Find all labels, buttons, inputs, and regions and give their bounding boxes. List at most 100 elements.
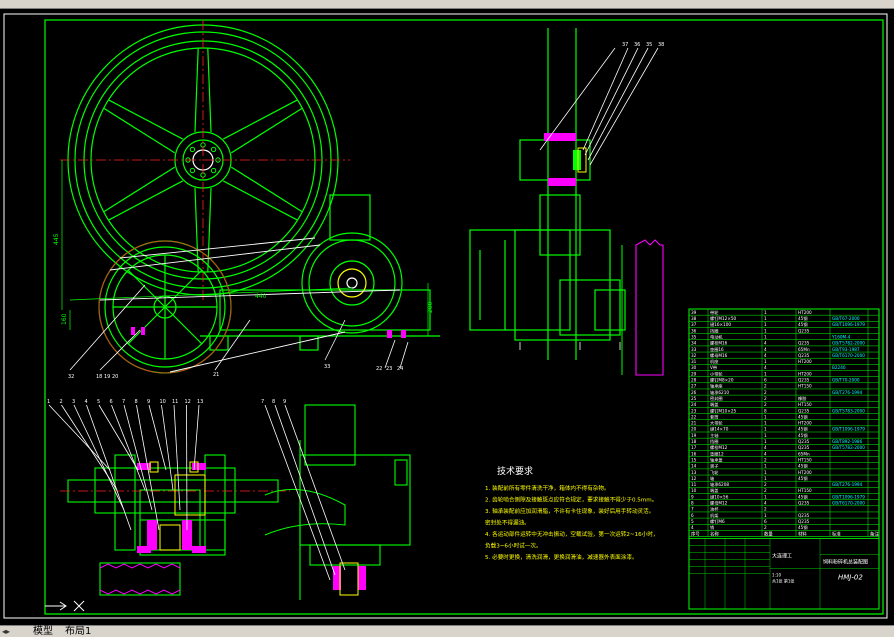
section-balloon: 12 bbox=[185, 399, 191, 405]
bom-cell: GB/T5783-2000 bbox=[832, 408, 865, 413]
section-leader bbox=[123, 404, 153, 511]
side-view bbox=[469, 28, 626, 360]
bom-row: 21 大带轮 1 HT200 bbox=[691, 420, 812, 427]
tech-line: 5. 必要时更换，清洗润滑，更换润滑油，减速器外表面涂漆。 bbox=[485, 553, 638, 561]
bom-cell: 39 bbox=[691, 310, 697, 315]
bom-cell: 端盖 bbox=[710, 401, 718, 408]
section-balloon: 3 bbox=[72, 399, 75, 405]
flywheel-spoke bbox=[222, 99, 298, 140]
balloon-37: 37 bbox=[622, 42, 628, 48]
bom-cell: 31 bbox=[691, 359, 697, 364]
bom-cell: 24 bbox=[691, 402, 697, 407]
bom-cell: 17 bbox=[691, 445, 697, 450]
bom-cell: 2 bbox=[764, 384, 767, 389]
title-company: 大连理工 bbox=[772, 553, 792, 560]
motor-pulley bbox=[301, 232, 403, 334]
bom-cell: 1 bbox=[764, 322, 767, 327]
bom-cell: GB/T70-2000 bbox=[832, 378, 860, 383]
machine-frame bbox=[200, 194, 440, 351]
bom-cell: 螺母M16 bbox=[710, 352, 728, 359]
bom-header-cell: 标准 bbox=[832, 530, 841, 537]
bom-cell: 螺钉M12×50 bbox=[710, 315, 736, 322]
bom-row: 16 垫圈12 4 65Mn bbox=[691, 450, 810, 457]
bom-cell: 45钢 bbox=[798, 475, 808, 482]
dimension-160: 160 bbox=[61, 313, 68, 325]
section-leader bbox=[111, 404, 146, 491]
bom-cell: 垫圈16 bbox=[710, 346, 724, 353]
flywheel-spoke bbox=[108, 99, 184, 140]
bom-cell: 密封圈 bbox=[710, 395, 723, 402]
section-leader bbox=[193, 404, 200, 471]
bom-cell: 2 bbox=[764, 390, 767, 395]
flywheel-spoke bbox=[230, 166, 303, 213]
bom-cell: Q235 bbox=[798, 519, 810, 524]
bom-cell: 16 bbox=[691, 451, 697, 456]
bom-cell: 2 bbox=[764, 507, 767, 512]
side-pulley bbox=[635, 239, 664, 376]
bom-cell: 29 bbox=[691, 371, 697, 376]
bom-row: 32 螺母M16 4 Q235 GB/T6170-2000 bbox=[691, 352, 865, 359]
bom-cell: 1 bbox=[764, 433, 767, 438]
bom-row: 6 机架 1 Q235 bbox=[691, 512, 810, 519]
bom-cell: 35 bbox=[691, 334, 697, 339]
bom-row: 31 机座 1 HT200 bbox=[691, 358, 812, 365]
bom-cell: GB/T93-1987 bbox=[832, 347, 860, 352]
bom-cell: 大带轮 bbox=[710, 420, 723, 427]
section-balloon: 4 bbox=[85, 399, 88, 405]
technical-requirements: 技术要求 1. 装配前所有零件清洗干净，箱体内不得有杂物。 2. 齿轮啮合侧隙及接… bbox=[485, 465, 659, 561]
bom-cell: 4 bbox=[764, 501, 767, 506]
bom-row: 33 垫圈16 4 65Mn GB/T93-1987 bbox=[691, 346, 860, 353]
bom-cell: 1 bbox=[764, 476, 767, 481]
bom-header-cell: 备注 bbox=[870, 530, 879, 537]
bom-cell: 38 bbox=[691, 316, 697, 321]
dimension-440: 440 bbox=[255, 293, 267, 300]
bom-cell: 垫圈12 bbox=[710, 450, 724, 457]
bom-cell: 45钢 bbox=[798, 524, 808, 531]
small-pulley bbox=[98, 240, 232, 374]
balloon-38: 38 bbox=[658, 42, 664, 48]
bom-row: 12 轴 1 45钢 bbox=[691, 475, 808, 482]
balloon-mid-9: 9 bbox=[283, 399, 286, 405]
bom-cell: 键16×100 bbox=[710, 321, 731, 328]
bom-cell: 1 bbox=[764, 334, 767, 339]
bom-cell: HT200 bbox=[798, 371, 812, 376]
tab-model[interactable]: 模型 bbox=[30, 626, 56, 637]
section-balloon: 7 bbox=[122, 399, 125, 405]
bom-cell: 销 bbox=[710, 524, 714, 531]
bom-cell: 小带轮 bbox=[710, 370, 723, 377]
bom-row: 13 飞轮 1 HT200 bbox=[691, 469, 812, 476]
section-leader bbox=[161, 404, 174, 491]
bom-cell: HT150 bbox=[798, 384, 812, 389]
bottom-pulley-section bbox=[99, 563, 181, 595]
tab-layout1[interactable]: 布局1 bbox=[62, 626, 94, 637]
bom-cell: 22 bbox=[691, 414, 697, 419]
bom-cell: Q235 bbox=[798, 513, 810, 518]
bom-cell: GB/T276-1994 bbox=[832, 390, 863, 395]
bom-row: 35 电动机 1 Y160M-4 bbox=[691, 333, 851, 340]
bom-header-cell: 材料 bbox=[798, 530, 807, 537]
bom-row: 24 端盖 2 HT150 bbox=[691, 401, 812, 408]
section-leader bbox=[148, 404, 167, 471]
tech-line: 负载3~6小时试一次。 bbox=[485, 542, 542, 550]
bom-cell: Q235 bbox=[798, 341, 810, 346]
flywheel-spoke bbox=[103, 107, 176, 154]
layout-tab-bar: ◂▸ 模型 布局1 bbox=[0, 625, 894, 637]
tab-nav-arrows[interactable]: ◂▸ bbox=[2, 626, 10, 637]
bom-cell: 19 bbox=[691, 433, 697, 438]
section-yellow-parts bbox=[149, 461, 206, 551]
drawing-canvas[interactable]: 445 440 160 200 32 18 19 20 21 33 22 23 … bbox=[0, 8, 894, 625]
title-scale: 1:10 bbox=[772, 573, 781, 578]
bom-cell: 轴 bbox=[710, 475, 714, 482]
section-balloon: 6 bbox=[110, 399, 113, 405]
flywheel-spoke bbox=[103, 166, 176, 213]
bom-row: 25 密封圈 2 橡胶 bbox=[691, 395, 806, 402]
section-balloons: 1 2 3 4 5 6 7 8 9 10 11 12 13 bbox=[47, 399, 203, 405]
bom-cell: 机座 bbox=[710, 358, 718, 365]
bom-cell: GB/T1096-1979 bbox=[832, 322, 865, 327]
bom-cell: 1 bbox=[764, 427, 767, 432]
bom-cell: GB/T6170-2000 bbox=[832, 353, 865, 358]
ucs-icon bbox=[45, 600, 85, 612]
bom-cell: Q235 bbox=[798, 328, 810, 333]
flywheel-spoke bbox=[194, 47, 199, 133]
balloon-24: 24 bbox=[397, 366, 403, 372]
